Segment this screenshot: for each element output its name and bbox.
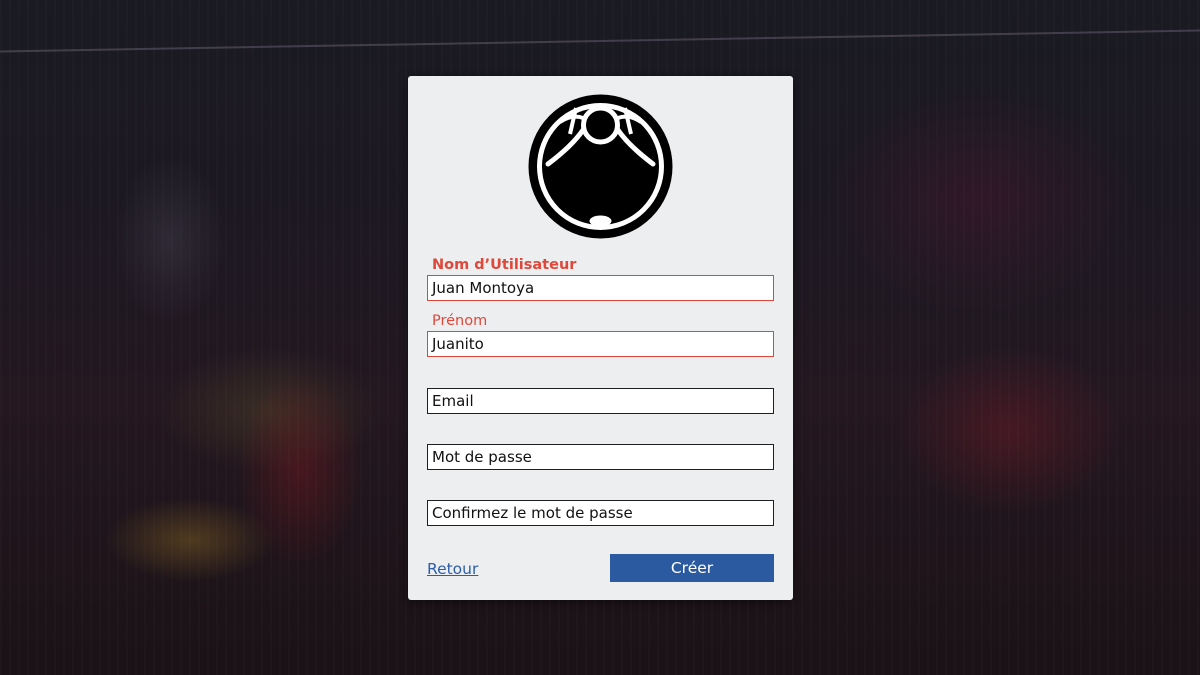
- signup-card: Nom d’Utilisateur Juan Montoya Prénom Ju…: [408, 76, 793, 600]
- firstname-input[interactable]: Juanito: [427, 331, 774, 357]
- confirm-password-input[interactable]: Confirmez le mot de passe: [427, 500, 774, 526]
- create-button[interactable]: Créer: [610, 554, 774, 582]
- email-input[interactable]: Email: [427, 388, 774, 414]
- username-label: Nom d’Utilisateur: [432, 257, 577, 273]
- password-input[interactable]: Mot de passe: [427, 444, 774, 470]
- username-input[interactable]: Juan Montoya: [427, 275, 774, 301]
- emblem-logo-icon: [528, 94, 673, 239]
- back-link[interactable]: Retour: [427, 560, 478, 578]
- firstname-label: Prénom: [432, 313, 488, 329]
